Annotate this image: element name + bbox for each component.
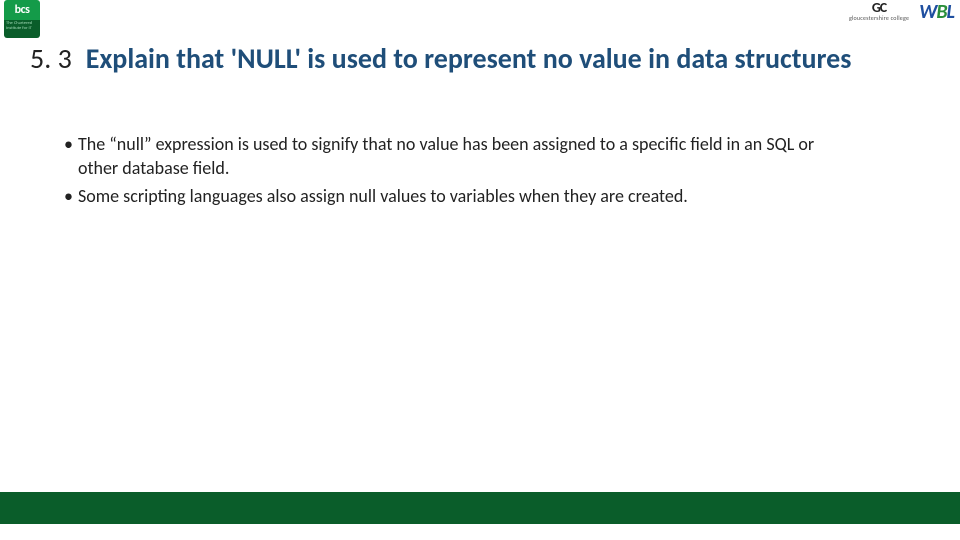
section-number: 5. 3 [30,42,72,76]
title-row: 5. 3 Explain that 'NULL' is used to repr… [30,42,920,76]
gc-logo-mark: GC [872,2,886,14]
footer-bar [0,492,960,524]
wbl-letter-l: L [947,0,954,24]
header-strip: bcs The Chartered Institute for IT GC gl… [0,0,960,35]
bcs-logo: bcs The Chartered Institute for IT [4,0,40,38]
slide: bcs The Chartered Institute for IT GC gl… [0,0,960,540]
gc-logo-subtext: gloucestershire college [849,14,909,22]
wbl-letter-w: W [919,0,936,24]
list-item: The “null” expression is used to signify… [64,132,850,180]
wbl-letter-b: B [936,0,946,24]
body-content: The “null” expression is used to signify… [64,132,850,212]
bullet-list: The “null” expression is used to signify… [64,132,850,208]
bcs-logo-tagline: The Chartered Institute for IT [4,20,40,38]
wbl-logo: WBL [919,3,954,21]
gc-logo: GC gloucestershire college [849,2,909,22]
bcs-logo-label: bcs [4,0,40,20]
section-title: Explain that 'NULL' is used to represent… [86,42,852,76]
right-logo-group: GC gloucestershire college WBL [849,2,954,22]
list-item: Some scripting languages also assign nul… [64,184,850,208]
